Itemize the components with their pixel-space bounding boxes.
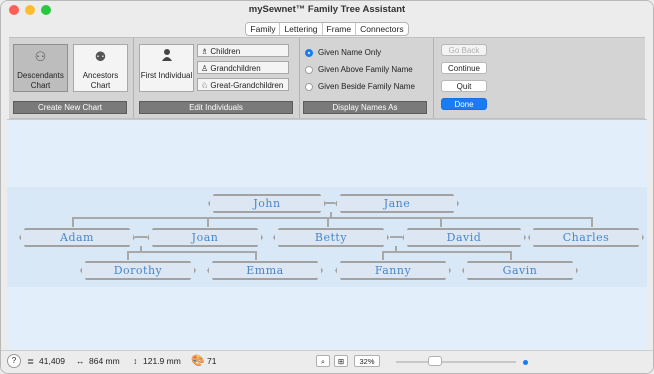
ribbon: ⚇ Descendants Chart ⚉ Ancestors Chart Cr… [9, 37, 645, 119]
ribbon-divider [433, 38, 434, 118]
connector-line [591, 217, 593, 227]
children-icon: ♗ [201, 47, 211, 56]
actions-group: Go Back Continue Quit Done [435, 42, 495, 114]
person-node-gavin[interactable]: Gavin [462, 261, 578, 280]
person-node-joan[interactable]: Joan [147, 228, 263, 247]
radio-selected-indicator [305, 48, 313, 57]
person-node-david[interactable]: David [402, 228, 526, 247]
person-node-john[interactable]: John [208, 194, 326, 213]
radio-given-beside-family[interactable]: Given Beside Family Name [305, 82, 415, 91]
tab-strip: Family Lettering Frame Connectors [1, 22, 653, 36]
great-grandchildren-label: Great-Grandchildren [210, 81, 284, 90]
done-button[interactable]: Done [441, 98, 487, 110]
edit-individuals-caption: Edit Individuals [139, 101, 293, 114]
marriage-connector [390, 236, 402, 238]
stitch-count: 41,409 [39, 356, 65, 366]
tab-bar: Family Lettering Frame Connectors [245, 22, 409, 36]
ancestors-chart-label: Ancestors Chart [82, 71, 119, 90]
radio-given-name-only[interactable]: Given Name Only [305, 48, 381, 57]
go-back-button[interactable]: Go Back [441, 44, 487, 56]
create-chart-group: ⚇ Descendants Chart ⚉ Ancestors Chart Cr… [11, 42, 129, 114]
person-node-emma[interactable]: Emma [207, 261, 323, 280]
connector-line [127, 251, 129, 260]
ancestors-chart-button[interactable]: ⚉ Ancestors Chart [73, 44, 128, 92]
great-grandchildren-icon: ♘ [201, 81, 211, 90]
zoom-to-fit-icon[interactable]: ⊞ [334, 355, 348, 367]
radio-label: Given Above Family Name [318, 65, 413, 74]
connector-line [440, 217, 442, 227]
marriage-connector [135, 236, 147, 238]
radio-indicator [305, 65, 313, 74]
connector-line [327, 217, 329, 227]
person-icon [140, 48, 193, 67]
continue-button[interactable]: Continue [441, 62, 487, 74]
tree-canvas[interactable]: John Jane Adam Joan Betty David Charles … [7, 119, 647, 352]
display-names-caption: Display Names As [303, 101, 427, 114]
stitch-count-icon: ≣ [27, 356, 35, 366]
ribbon-divider [299, 38, 300, 118]
connector-line [72, 217, 74, 227]
person-node-fanny[interactable]: Fanny [335, 261, 451, 280]
slider-indicator-dot [523, 360, 528, 365]
zoom-level: 32% [354, 355, 380, 367]
connector-line [255, 251, 257, 260]
connector-line [207, 217, 209, 227]
color-count: 71 [207, 356, 217, 366]
descendants-chart-button[interactable]: ⚇ Descendants Chart [13, 44, 68, 92]
person-node-jane[interactable]: Jane [335, 194, 459, 213]
ancestors-chart-icon: ⚉ [94, 49, 107, 64]
ribbon-divider [133, 38, 134, 118]
person-node-charles[interactable]: Charles [528, 228, 644, 247]
tab-connectors[interactable]: Connectors [356, 23, 407, 35]
connector-line [127, 251, 257, 253]
radio-given-above-family[interactable]: Given Above Family Name [305, 65, 413, 74]
marriage-connector [325, 202, 335, 204]
app-window: mySewnet™ Family Tree Assistant Family L… [0, 0, 654, 374]
person-node-betty[interactable]: Betty [273, 228, 389, 247]
grandchildren-icon: ♙ [201, 64, 211, 73]
first-individual-button[interactable]: First Individual [139, 44, 194, 92]
children-label: Children [210, 47, 241, 56]
status-bar: ? ≣ 41,409 ↔ 864 mm ↕ 121.9 mm 🎨 71 ⌕ ⊞ … [1, 350, 653, 373]
connector-line [382, 251, 384, 260]
descendants-chart-label: Descendants Chart [17, 71, 64, 90]
first-individual-label: First Individual [140, 71, 193, 80]
grandchildren-label: Grandchildren [210, 64, 261, 73]
zoom-to-rectangle-icon[interactable]: ⌕ [316, 355, 330, 367]
design-width: 864 mm [89, 356, 120, 366]
person-node-dorothy[interactable]: Dorothy [80, 261, 196, 280]
great-grandchildren-button[interactable]: ♘ Great-Grandchildren [197, 78, 289, 91]
create-chart-caption: Create New Chart [13, 101, 127, 114]
edit-individuals-group: First Individual ♗ Children ♙ Grandchild… [137, 42, 295, 114]
design-height: 121.9 mm [143, 356, 181, 366]
window-title: mySewnet™ Family Tree Assistant [248, 4, 406, 15]
height-icon: ↕ [133, 356, 138, 366]
zoom-slider-thumb[interactable] [427, 356, 442, 366]
radio-label: Given Name Only [318, 48, 382, 57]
title-bar: mySewnet™ Family Tree Assistant [1, 1, 653, 19]
zoom-slider[interactable] [396, 356, 516, 366]
radio-label: Given Beside Family Name [318, 82, 415, 91]
display-names-group: Given Name Only Given Above Family Name … [301, 42, 429, 114]
tab-family[interactable]: Family [246, 23, 281, 35]
descendants-chart-icon: ⚇ [34, 49, 47, 64]
connector-line [72, 217, 593, 219]
grandchildren-button[interactable]: ♙ Grandchildren [197, 61, 289, 74]
help-button[interactable]: ? [7, 354, 21, 368]
tab-frame[interactable]: Frame [323, 23, 357, 35]
tab-lettering[interactable]: Lettering [280, 23, 323, 35]
color-palette-icon: 🎨 [191, 355, 205, 367]
radio-indicator [305, 82, 313, 91]
children-button[interactable]: ♗ Children [197, 44, 289, 57]
connector-line [510, 251, 512, 260]
quit-button[interactable]: Quit [441, 80, 487, 92]
width-icon: ↔ [76, 356, 85, 366]
person-node-adam[interactable]: Adam [19, 228, 135, 247]
connector-line [382, 251, 512, 253]
